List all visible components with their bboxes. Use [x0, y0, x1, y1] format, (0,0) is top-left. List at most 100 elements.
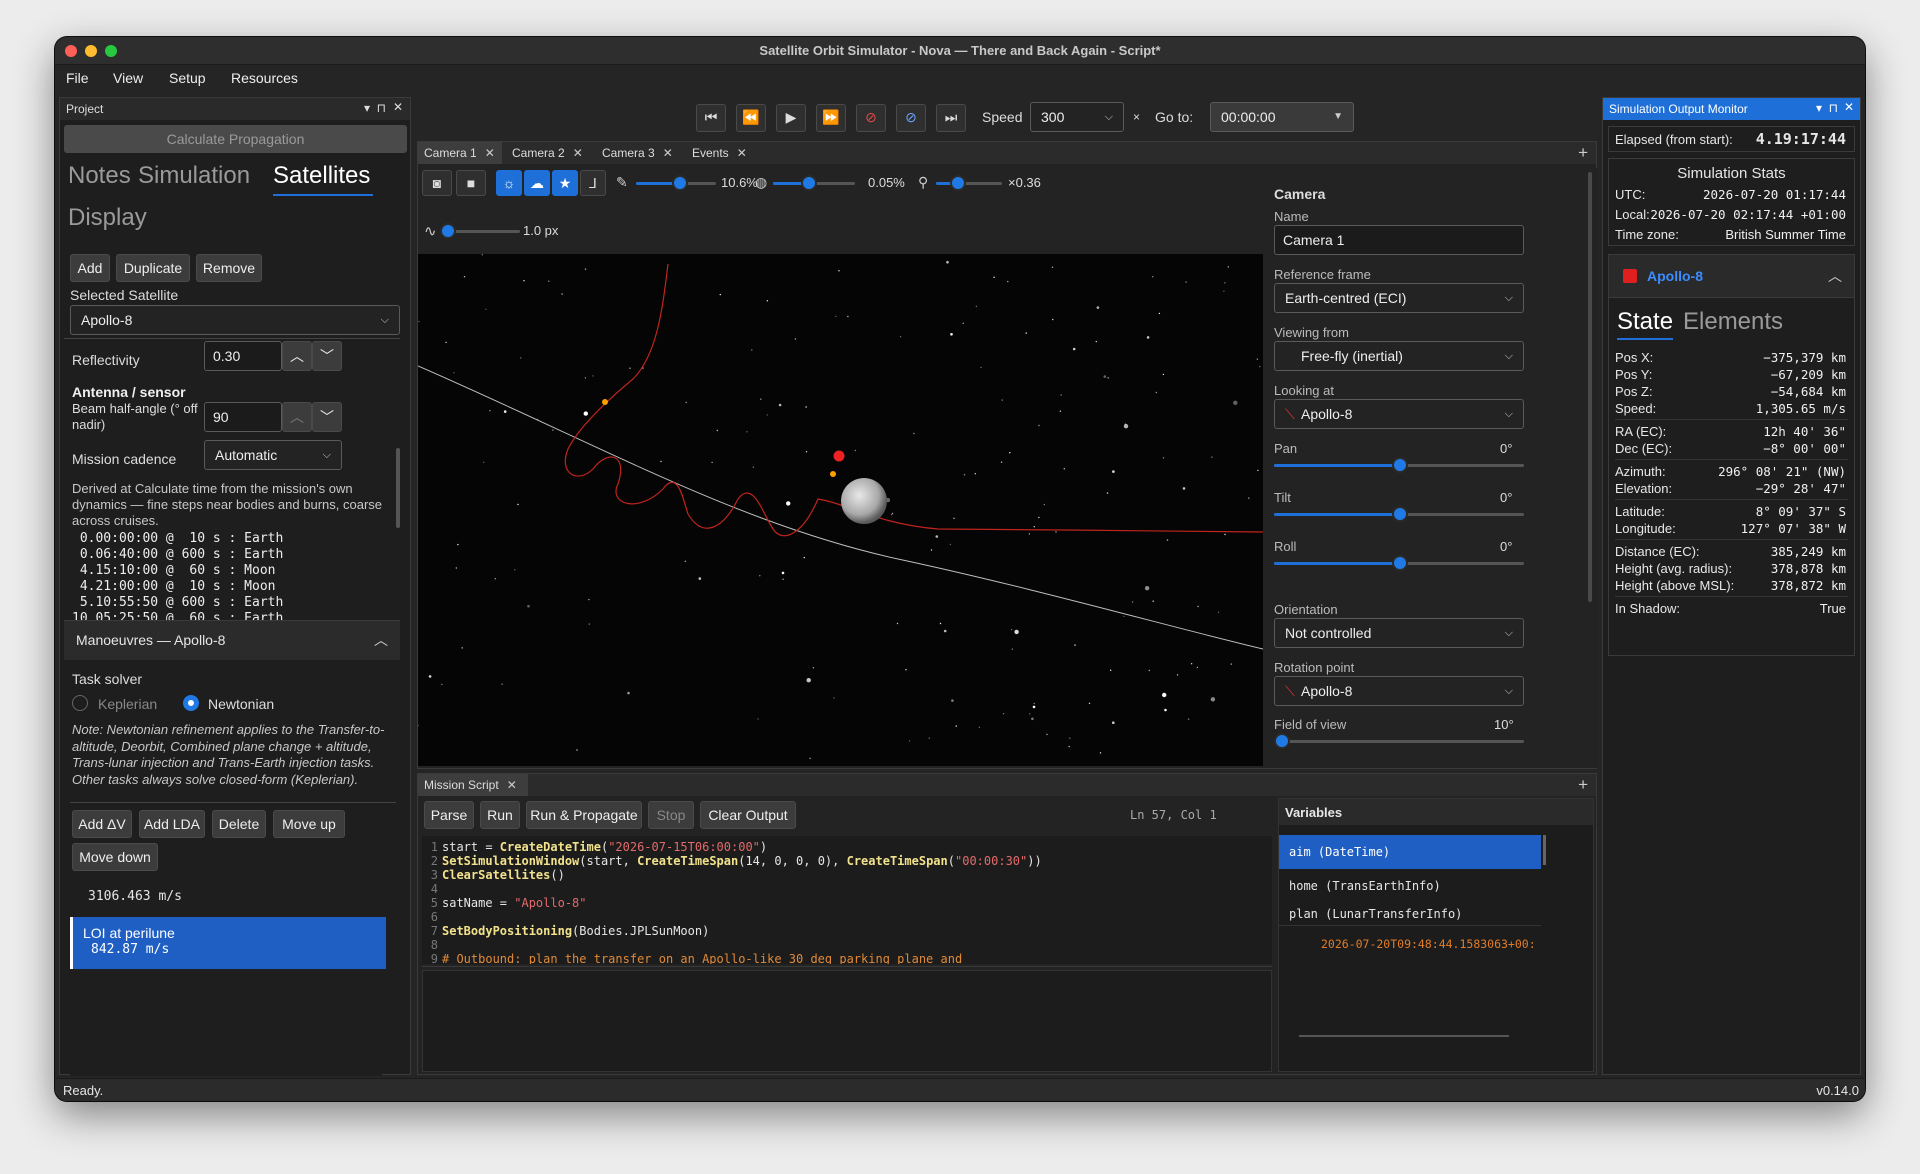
code-line[interactable]: 1 start = CreateDateTime("2026-07-15T06:0…: [422, 840, 767, 854]
reflectivity-field[interactable]: 0.30: [204, 341, 282, 371]
skip-start-icon[interactable]: ⏮: [696, 104, 726, 132]
atmosphere-icon[interactable]: ☁: [524, 170, 550, 196]
run-propagate-button[interactable]: Run & Propagate: [526, 801, 642, 829]
scale-slider-knob[interactable]: [950, 175, 966, 191]
add-satellite-button[interactable]: Add: [70, 254, 110, 282]
variable-row[interactable]: plan (LunarTransferInfo): [1289, 907, 1462, 921]
goto-field[interactable]: 00:00:00 ▼: [1210, 102, 1354, 132]
scrollbar[interactable]: [1588, 172, 1592, 602]
fov-slider-knob[interactable]: [1274, 733, 1290, 749]
reflectivity-up-button[interactable]: ︿: [282, 341, 312, 371]
code-line[interactable]: 8: [422, 938, 442, 952]
newtonian-radio[interactable]: [183, 695, 199, 711]
remove-satellite-button[interactable]: Remove: [196, 254, 262, 282]
beam-up-button[interactable]: ︿: [282, 402, 312, 432]
list-item[interactable]: 3106.463 m/s: [88, 889, 182, 904]
code-line[interactable]: 2 SetSimulationWindow(start, CreateTimeSp…: [422, 854, 1042, 868]
tab-mission-script[interactable]: Mission Script ✕: [418, 774, 528, 796]
tilt-slider-knob[interactable]: [1392, 506, 1408, 522]
tab-simulation[interactable]: Simulation: [138, 162, 250, 190]
code-editor[interactable]: 1 start = CreateDateTime("2026-07-15T06:0…: [422, 836, 1272, 964]
keplerian-radio[interactable]: [72, 695, 88, 711]
panel-menu-icon[interactable]: ▾: [364, 101, 370, 115]
tab-display[interactable]: Display: [68, 204, 147, 232]
clear-output-button[interactable]: Clear Output: [700, 801, 796, 829]
viewing-from-combo[interactable]: Free-fly (inertial) ⌵: [1274, 341, 1524, 371]
looking-at-combo[interactable]: ⟍ Apollo-8 ⌵: [1274, 399, 1524, 429]
fov-slider-track[interactable]: [1274, 740, 1524, 743]
skip-end-icon[interactable]: ⏭: [936, 104, 966, 132]
pin-icon[interactable]: ⊓: [1829, 101, 1838, 115]
selected-satellite-combo[interactable]: Apollo-8 ⌵: [70, 305, 400, 335]
moon[interactable]: [841, 478, 887, 524]
close-icon[interactable]: ✕: [393, 100, 403, 114]
orbit-loop-icon[interactable]: ⊘: [856, 104, 886, 132]
code-line[interactable]: 6: [422, 910, 442, 924]
duplicate-satellite-button[interactable]: Duplicate: [116, 254, 190, 282]
list-item-selected[interactable]: LOI at perilune 842.87 m/s: [70, 917, 386, 969]
rotation-point-combo[interactable]: ⟍ Apollo-8 ⌵: [1274, 676, 1524, 706]
rewind-icon[interactable]: ⏪: [736, 104, 766, 132]
tab-satellites[interactable]: Satellites: [273, 162, 370, 190]
camera-snapshot-icon[interactable]: ◙: [422, 170, 452, 196]
manoeuvre-list[interactable]: 3106.463 m/s LOI at perilune 842.87 m/s: [70, 876, 386, 1076]
close-icon[interactable]: ✕: [663, 146, 673, 160]
beam-field[interactable]: 90: [204, 402, 282, 432]
manoeuvres-header[interactable]: Manoeuvres — Apollo-8 ︿: [64, 620, 400, 660]
code-line[interactable]: 5 satName = "Apollo-8": [422, 896, 587, 910]
satellite-header[interactable]: Apollo-8 ︿: [1608, 254, 1855, 298]
3d-viewport[interactable]: [418, 254, 1263, 766]
line-slider-knob[interactable]: [440, 223, 456, 239]
tab-notes[interactable]: Notes: [68, 162, 131, 190]
scrollbar[interactable]: [1543, 835, 1546, 865]
trail-slider-knob[interactable]: [672, 175, 688, 191]
code-line[interactable]: 4: [422, 882, 442, 896]
panel-menu-icon[interactable]: ▾: [1816, 101, 1822, 115]
beam-down-button[interactable]: ﹀: [312, 402, 342, 432]
scrollbar[interactable]: [1299, 1035, 1509, 1037]
axes-icon[interactable]: ⅃: [580, 170, 606, 196]
output-console[interactable]: [422, 970, 1272, 1072]
tab-camera-2[interactable]: Camera 2 ✕: [506, 142, 589, 164]
menu-view[interactable]: View: [113, 70, 143, 86]
play-icon[interactable]: ▶: [776, 104, 806, 132]
tab-camera-1[interactable]: Camera 1 ✕: [418, 142, 502, 164]
fast-forward-icon[interactable]: ⏩: [816, 104, 846, 132]
close-icon[interactable]: ✕: [573, 146, 583, 160]
add-lda-button[interactable]: Add LDA: [139, 810, 205, 838]
add-dv-button[interactable]: Add ΔV: [72, 810, 132, 838]
close-icon[interactable]: ✕: [1844, 100, 1854, 114]
roll-slider-knob[interactable]: [1392, 555, 1408, 571]
orbit-loop-alt-icon[interactable]: ⊘: [896, 104, 926, 132]
pan-slider-knob[interactable]: [1392, 457, 1408, 473]
atmo-slider-knob[interactable]: [801, 175, 817, 191]
move-down-button[interactable]: Move down: [72, 843, 158, 871]
code-line[interactable]: 7 SetBodyPositioning(Bodies.JPLSunMoon): [422, 924, 710, 938]
menu-resources[interactable]: Resources: [231, 70, 298, 86]
video-record-icon[interactable]: ■: [456, 170, 486, 196]
add-tab-icon[interactable]: +: [1578, 775, 1588, 795]
close-icon[interactable]: ✕: [507, 778, 517, 792]
move-up-button[interactable]: Move up: [273, 810, 345, 838]
orientation-combo[interactable]: Not controlled ⌵: [1274, 618, 1524, 648]
menu-file[interactable]: File: [66, 70, 89, 86]
tab-events[interactable]: Events ✕: [686, 142, 753, 164]
variable-row[interactable]: aim (DateTime): [1279, 835, 1541, 869]
lighting-icon[interactable]: ☼: [496, 170, 522, 196]
close-icon[interactable]: ✕: [485, 146, 495, 160]
reference-frame-combo[interactable]: Earth-centred (ECI) ⌵: [1274, 283, 1524, 313]
delete-manoeuvre-button[interactable]: Delete: [212, 810, 266, 838]
cadence-combo[interactable]: Automatic ⌵: [204, 440, 342, 470]
speed-combo[interactable]: 300 ⌵: [1030, 102, 1124, 132]
stop-button[interactable]: Stop: [648, 801, 694, 829]
stars-icon[interactable]: ★: [552, 170, 578, 196]
variable-row[interactable]: home (TransEarthInfo): [1289, 879, 1441, 893]
pin-icon[interactable]: ⊓: [377, 101, 386, 115]
code-line[interactable]: 9 # Outbound: plan the transfer on an Apo…: [422, 952, 962, 964]
tab-elements[interactable]: Elements: [1683, 308, 1783, 336]
camera-name-field[interactable]: Camera 1: [1274, 225, 1524, 255]
scrollbar[interactable]: [396, 448, 400, 528]
reflectivity-down-button[interactable]: ﹀: [312, 341, 342, 371]
tab-state[interactable]: State: [1617, 308, 1673, 336]
calculate-propagation-button[interactable]: Calculate Propagation: [64, 125, 407, 153]
